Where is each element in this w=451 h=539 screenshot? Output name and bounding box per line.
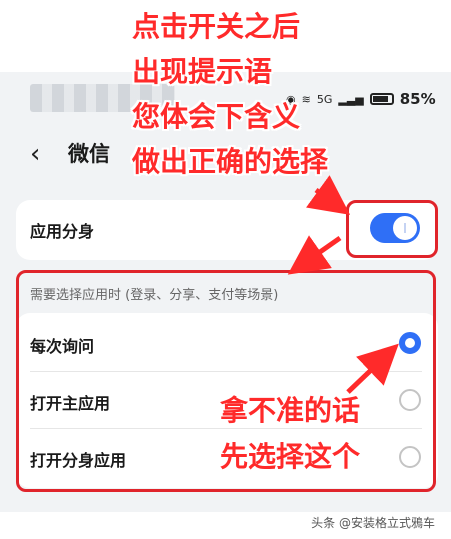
annotation-line-1: 点击开关之后 [132,10,301,43]
annotation-line-3: 您体会下含义 [132,100,301,133]
arrow-to-toggle [306,175,351,215]
arrow-to-ask-each-time [346,343,399,394]
watermark: 头条 @安装格立式鴉车 [311,516,435,530]
annotation-line-4: 做出正确的选择 [132,145,329,178]
annotation-line-2: 出现提示语 [132,55,273,88]
annotation-hint-line-2: 先选择这个 [220,440,361,473]
annotation-hint-line-1: 拿不准的话 [220,394,361,427]
arrow-to-options [287,235,342,275]
